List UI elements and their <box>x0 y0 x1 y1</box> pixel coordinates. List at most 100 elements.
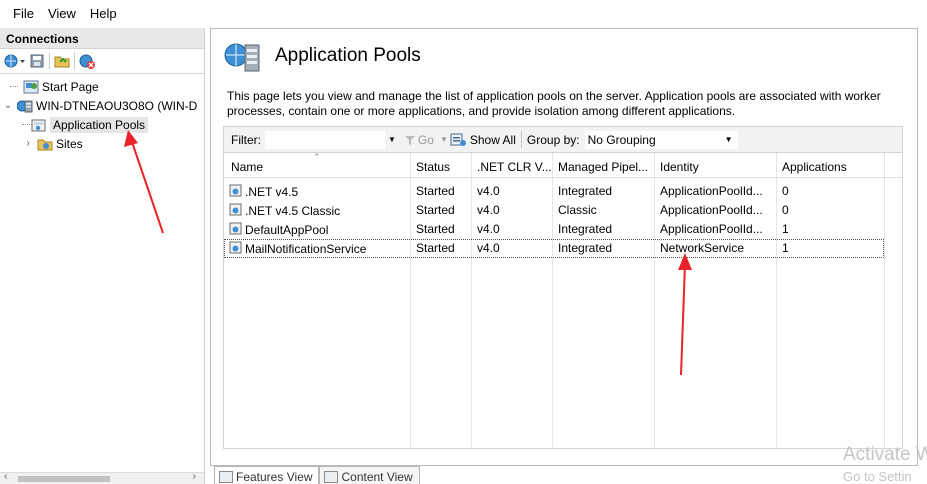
filter-label: Filter: <box>231 132 261 147</box>
cell-applications: 1 <box>782 241 789 255</box>
group-by-value: No Grouping <box>587 132 656 147</box>
scroll-left-icon[interactable]: ‹ <box>4 471 7 482</box>
menu-view[interactable]: View <box>41 0 83 27</box>
connections-toolbar <box>0 49 204 74</box>
go-label: Go <box>417 132 434 147</box>
tab-content-view[interactable]: Content View <box>319 466 420 484</box>
cell-status: Started <box>416 203 455 217</box>
cell-pipeline: Integrated <box>558 241 613 255</box>
connections-pane: Connections Start Page ⌄ WIN-DTNEAOU3O8O… <box>0 28 205 484</box>
cell-identity: ApplicationPoolId... <box>660 184 763 198</box>
app-pool-icon <box>229 222 243 236</box>
sort-ascending-icon: ⌃ <box>313 153 321 162</box>
app-pools-large-icon <box>223 39 263 73</box>
app-pools-grid: ⌃ Name Status .NET CLR V... Managed Pipe… <box>223 153 903 449</box>
tree-item-start-page[interactable]: Start Page <box>0 77 204 96</box>
tab-features-view-label: Features View <box>236 469 313 484</box>
view-tabs: Features View Content View <box>214 466 420 484</box>
app-pool-icon <box>229 203 243 217</box>
table-row[interactable]: .NET v4.5 Started v4.0 Integrated Applic… <box>224 182 884 201</box>
folder-icon[interactable] <box>54 53 70 69</box>
page-header: Application Pools <box>223 39 421 73</box>
tab-features-view[interactable]: Features View <box>214 466 320 484</box>
grid-header: ⌃ Name Status .NET CLR V... Managed Pipe… <box>224 153 902 178</box>
go-button[interactable]: Go ▼ <box>404 133 448 147</box>
cell-pipeline: Integrated <box>558 222 613 236</box>
group-by-select[interactable]: No Grouping ▼ <box>584 130 738 149</box>
scroll-thumb[interactable] <box>18 476 110 482</box>
cell-identity: NetworkService <box>660 241 745 255</box>
disconnect-icon[interactable] <box>79 53 95 69</box>
cell-applications: 0 <box>782 203 789 217</box>
activation-watermark: Activate W <box>843 444 927 465</box>
server-icon <box>16 99 33 113</box>
cell-clr: v4.0 <box>477 203 500 217</box>
filter-funnel-icon <box>404 135 415 145</box>
features-view-icon <box>219 470 233 483</box>
column-header-clr[interactable]: .NET CLR V... <box>477 160 552 174</box>
column-header-pipeline[interactable]: Managed Pipel... <box>558 160 648 174</box>
cell-status: Started <box>416 222 455 236</box>
tree-item-sites[interactable]: › Sites <box>0 134 204 153</box>
save-icon[interactable] <box>29 53 45 69</box>
tree-line <box>10 86 18 87</box>
menu-file[interactable]: File <box>6 0 41 27</box>
app-pool-icon <box>229 241 243 255</box>
table-row[interactable]: DefaultAppPool Started v4.0 Integrated A… <box>224 220 884 239</box>
toolbar-separator <box>74 53 75 69</box>
cell-name: MailNotificationService <box>245 242 367 256</box>
go-dropdown-icon[interactable]: ▼ <box>440 135 448 144</box>
column-header-applications[interactable]: Applications <box>782 160 847 174</box>
expand-chevron-icon[interactable]: › <box>22 138 34 149</box>
cell-pipeline: Classic <box>558 203 597 217</box>
column-header-name[interactable]: Name <box>231 160 263 174</box>
show-all-icon <box>450 133 466 146</box>
cell-clr: v4.0 <box>477 241 500 255</box>
application-pools-page: Application Pools This page lets you vie… <box>210 28 918 466</box>
cell-name: .NET v4.5 Classic <box>245 204 341 218</box>
sites-folder-icon <box>37 137 53 151</box>
cell-clr: v4.0 <box>477 222 500 236</box>
table-row-selected[interactable]: MailNotificationService Started v4.0 Int… <box>224 239 884 258</box>
cell-pipeline: Integrated <box>558 184 613 198</box>
page-description: This page lets you view and manage the l… <box>227 89 881 118</box>
connections-header: Connections <box>0 28 204 49</box>
column-header-status[interactable]: Status <box>416 160 450 174</box>
show-all-button[interactable]: Show All <box>450 133 516 147</box>
content-view-icon <box>324 470 339 483</box>
cell-applications: 0 <box>782 184 789 198</box>
connections-tree: Start Page ⌄ WIN-DTNEAOU3O8O (WIN-D Appl… <box>0 74 204 153</box>
page-title: Application Pools <box>275 45 421 66</box>
cell-name: DefaultAppPool <box>245 223 329 237</box>
menu-bar: File View Help <box>0 0 927 27</box>
table-row[interactable]: .NET v4.5 Classic Started v4.0 Classic A… <box>224 201 884 220</box>
show-all-label: Show All <box>469 132 516 147</box>
cell-status: Started <box>416 184 455 198</box>
start-page-icon <box>23 80 39 94</box>
tree-item-server[interactable]: ⌄ WIN-DTNEAOU3O8O (WIN-D <box>0 96 204 115</box>
tree-line <box>22 124 32 125</box>
menu-help[interactable]: Help <box>83 0 124 27</box>
filter-input[interactable] <box>265 130 385 149</box>
tree-label-server: WIN-DTNEAOU3O8O (WIN-D <box>36 98 198 113</box>
cell-clr: v4.0 <box>477 184 500 198</box>
filter-dropdown-icon[interactable]: ▼ <box>388 135 396 144</box>
column-header-identity[interactable]: Identity <box>660 160 699 174</box>
tab-content-view-label: Content View <box>341 469 413 484</box>
globe-connect-icon[interactable] <box>3 53 25 69</box>
group-by-label: Group by: <box>526 132 580 147</box>
app-pool-icon <box>229 184 243 198</box>
tree-label-start-page: Start Page <box>42 79 99 94</box>
toolbar-separator <box>49 53 50 69</box>
cell-identity: ApplicationPoolId... <box>660 222 763 236</box>
cell-applications: 1 <box>782 222 789 236</box>
cell-identity: ApplicationPoolId... <box>660 203 763 217</box>
app-pool-icon <box>31 118 47 132</box>
cell-status: Started <box>416 241 455 255</box>
scroll-right-icon[interactable]: › <box>193 471 196 482</box>
tree-label-application-pools: Application Pools <box>50 116 149 133</box>
filter-bar: Filter: ▼ Go ▼ Show All Group by: No Gro… <box>223 126 903 153</box>
connections-hscrollbar[interactable]: ‹ › <box>0 471 204 484</box>
collapse-chevron-icon[interactable]: ⌄ <box>2 100 14 111</box>
tree-item-application-pools[interactable]: Application Pools <box>0 115 204 134</box>
